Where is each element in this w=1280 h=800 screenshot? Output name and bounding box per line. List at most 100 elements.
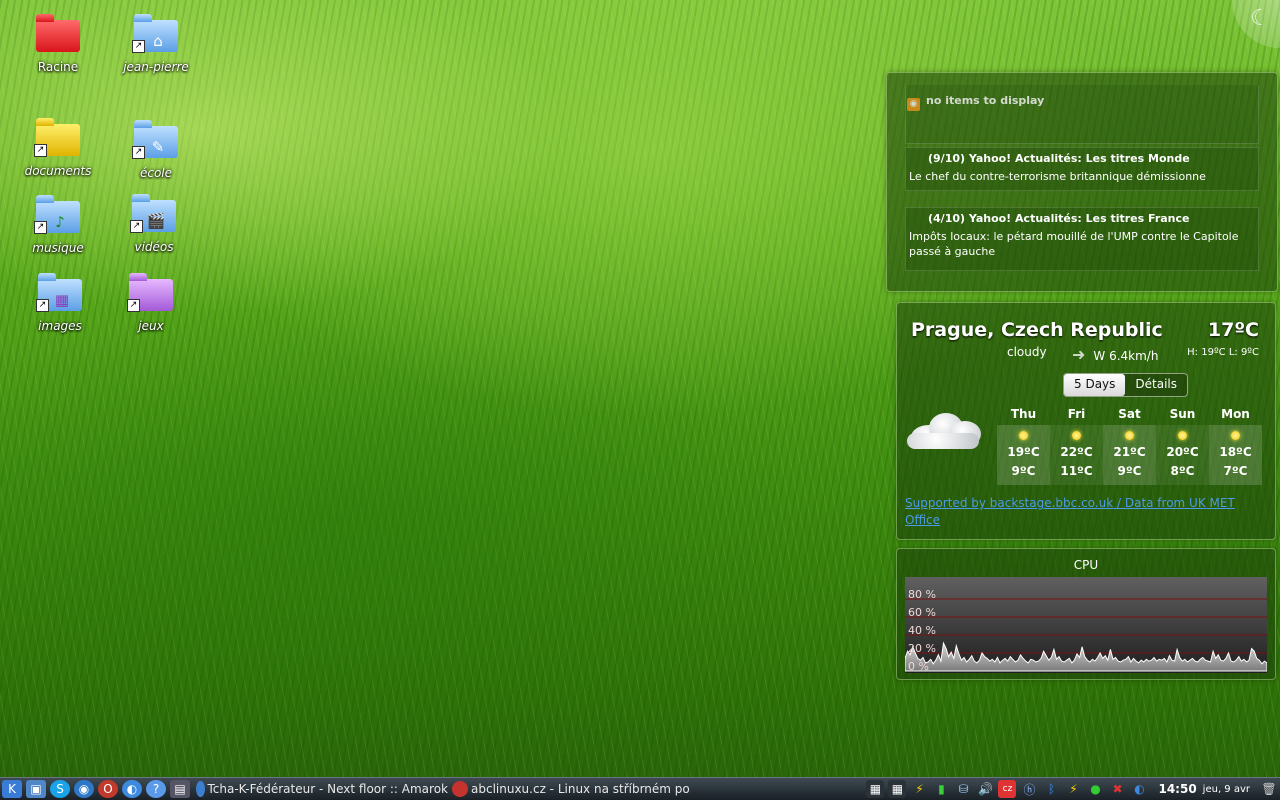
- rss-item-text[interactable]: Le chef du contre-terrorisme britannique…: [906, 165, 1258, 184]
- trash-icon[interactable]: 🗑: [1260, 780, 1278, 798]
- desktop-icon-label: musique: [32, 241, 84, 255]
- forecast-high: 21ºC: [1113, 445, 1146, 459]
- system-tray: ▦ ▦ ⚡ ▮ ⛁ 🔊 cz ⓗ ᛒ ⚡ ● ✖ ◐ 14:50 jeu, 9 …: [864, 778, 1280, 800]
- desktop-icon-videos[interactable]: 🎬 ↗ vidéos: [109, 194, 199, 254]
- help-icon[interactable]: ?: [146, 780, 166, 798]
- desktop-icon-ecole[interactable]: ✎ ↗ école: [111, 120, 201, 180]
- tab-5-days[interactable]: 5 Days: [1064, 374, 1126, 396]
- forecast-day: Mon 18ºC 7ºC: [1209, 407, 1262, 485]
- keyboard-layout-icon[interactable]: cz: [998, 780, 1017, 798]
- cpu-monitor-widget: CPU 80 % 60 % 40 % 20 % 0 %: [896, 548, 1276, 680]
- energy-icon[interactable]: ⚡: [1064, 780, 1082, 798]
- file-manager-icon[interactable]: ▣: [26, 780, 46, 798]
- weather-tabs: 5 Days Détails: [1063, 373, 1189, 397]
- task-label: Tcha-K-Fédérateur - Next floor :: Amarok: [207, 782, 449, 796]
- forecast-high: 19ºC: [1007, 445, 1040, 459]
- link-emblem-icon: ↗: [34, 221, 47, 234]
- link-emblem-icon: ↗: [132, 40, 145, 53]
- task-amarok[interactable]: Tcha-K-Fédérateur - Next floor :: Amarok: [196, 780, 448, 798]
- browser-icon[interactable]: ◐: [122, 780, 142, 798]
- cpu-axis-label: 80 %: [908, 588, 936, 601]
- desktop-icon-documents[interactable]: ↗ documents: [13, 118, 103, 178]
- desktop-icon-label: documents: [24, 164, 92, 178]
- bluetooth-icon[interactable]: ᛒ: [1042, 780, 1060, 798]
- forecast-low: 8ºC: [1170, 464, 1195, 478]
- battery-icon[interactable]: ▮: [932, 780, 950, 798]
- sun-icon: [1125, 431, 1134, 440]
- desktop-icon-jeux[interactable]: ↗ jeux: [106, 273, 196, 333]
- desktop-icon-label: jean-pierre: [123, 60, 189, 74]
- desktop-icon-label: jeux: [138, 319, 164, 333]
- disk-icon[interactable]: ⛁: [954, 780, 972, 798]
- kde-menu-icon[interactable]: K: [2, 780, 22, 798]
- sun-icon: [1019, 431, 1028, 440]
- sun-icon: [1072, 431, 1081, 440]
- volume-icon[interactable]: 🔊: [976, 780, 994, 798]
- hp-icon[interactable]: ⓗ: [1020, 780, 1038, 798]
- desktop-icon-label: école: [139, 166, 173, 180]
- rss-item[interactable]: (9/10) Yahoo! Actualités: Les titres Mon…: [905, 147, 1259, 191]
- tab-details[interactable]: Détails: [1125, 374, 1187, 396]
- forecast-high: 18ºC: [1219, 445, 1252, 459]
- desktop-icon-musique[interactable]: ♪ ↗ musique: [13, 195, 103, 255]
- wind-label: W 6.4km/h: [1093, 349, 1159, 363]
- forecast-table: Thu 19ºC 9ºC Fri 22ºC 11ºC Sat 21ºC 9ºC …: [997, 407, 1262, 485]
- forecast-low: 11ºC: [1060, 464, 1093, 478]
- forecast-low: 9ºC: [1011, 464, 1036, 478]
- weather-wind: ➜ W 6.4km/h: [1072, 345, 1158, 364]
- link-emblem-icon: ↗: [34, 144, 47, 157]
- cloudy-icon: [905, 407, 985, 451]
- forecast-low: 9ºC: [1117, 464, 1142, 478]
- forecast-day: Thu 19ºC 9ºC: [997, 407, 1050, 485]
- globe-icon[interactable]: ◉: [74, 780, 94, 798]
- desktop-icon-jean-pierre[interactable]: ⌂ ↗ jean-pierre: [111, 14, 201, 74]
- cpu-title: CPU: [1073, 558, 1099, 572]
- forecast-low: 7ºC: [1223, 464, 1248, 478]
- amarok-icon: [196, 781, 205, 797]
- cashew-icon: ☾: [1250, 6, 1270, 31]
- clock[interactable]: 14:50: [1158, 782, 1196, 796]
- link-emblem-icon: ↗: [36, 299, 49, 312]
- link-emblem-icon: ↗: [132, 146, 145, 159]
- rss-item-text[interactable]: Impôts locaux: le pétard mouillé de l'UM…: [906, 225, 1258, 259]
- desktop-icon-racine[interactable]: Racine: [13, 14, 103, 74]
- rss-item[interactable]: (4/10) Yahoo! Actualités: Les titres Fra…: [905, 207, 1259, 271]
- pager-icon[interactable]: ▦: [888, 780, 907, 798]
- forecast-day-name: Sun: [1169, 407, 1196, 421]
- rss-item-title[interactable]: (4/10) Yahoo! Actualités: Les titres Fra…: [906, 212, 1258, 225]
- forecast-day-name: Sat: [1118, 407, 1141, 421]
- task-browser[interactable]: abclinuxu.cz - Linux na stříbrném po: [452, 780, 697, 798]
- desktop-icon-images[interactable]: ▦ ↗ images: [15, 273, 105, 333]
- browser-tray-icon[interactable]: ◐: [1130, 780, 1148, 798]
- desktop-icon-label: images: [38, 319, 82, 333]
- network-icon[interactable]: ✖: [1108, 780, 1126, 798]
- power-icon[interactable]: ⚡: [910, 780, 928, 798]
- weather-high-low: H: 19ºC L: 9ºC: [1187, 347, 1259, 358]
- opera-icon[interactable]: O: [98, 780, 118, 798]
- desktop-icon-label: vidéos: [134, 240, 174, 254]
- desktop-icon-label: Racine: [37, 60, 79, 74]
- cpu-graph: 80 % 60 % 40 % 20 % 0 %: [905, 577, 1267, 673]
- update-icon[interactable]: ●: [1086, 780, 1104, 798]
- rss-widget: ◉ no items to display (9/10) Yahoo! Actua…: [886, 72, 1278, 292]
- terminal-icon[interactable]: ▤: [170, 780, 190, 798]
- folder-icon: [36, 14, 80, 52]
- forecast-day-name: Fri: [1067, 407, 1086, 421]
- forecast-day: Sat 21ºC 9ºC: [1103, 407, 1156, 485]
- forecast-day: Fri 22ºC 11ºC: [1050, 407, 1103, 485]
- date[interactable]: jeu, 9 avr: [1203, 784, 1250, 795]
- skype-icon[interactable]: S: [50, 780, 70, 798]
- forecast-high: 20ºC: [1166, 445, 1199, 459]
- pager-icon[interactable]: ▦: [866, 780, 885, 798]
- task-label: abclinuxu.cz - Linux na stříbrném po: [471, 782, 690, 796]
- rss-empty-box: [905, 85, 1259, 144]
- link-emblem-icon: ↗: [130, 220, 143, 233]
- weather-temp: 17ºC: [1207, 319, 1259, 341]
- rss-item-title[interactable]: (9/10) Yahoo! Actualités: Les titres Mon…: [906, 152, 1258, 165]
- wind-arrow-icon: ➜: [1072, 345, 1086, 364]
- weather-credit-link[interactable]: Supported by backstage.bbc.co.uk / Data …: [905, 495, 1255, 529]
- forecast-day: Sun 20ºC 8ºC: [1156, 407, 1209, 485]
- forecast-high: 22ºC: [1060, 445, 1093, 459]
- desktop-toolbox-button[interactable]: ☾: [1232, 0, 1280, 48]
- cpu-axis-label: 0 %: [908, 660, 929, 673]
